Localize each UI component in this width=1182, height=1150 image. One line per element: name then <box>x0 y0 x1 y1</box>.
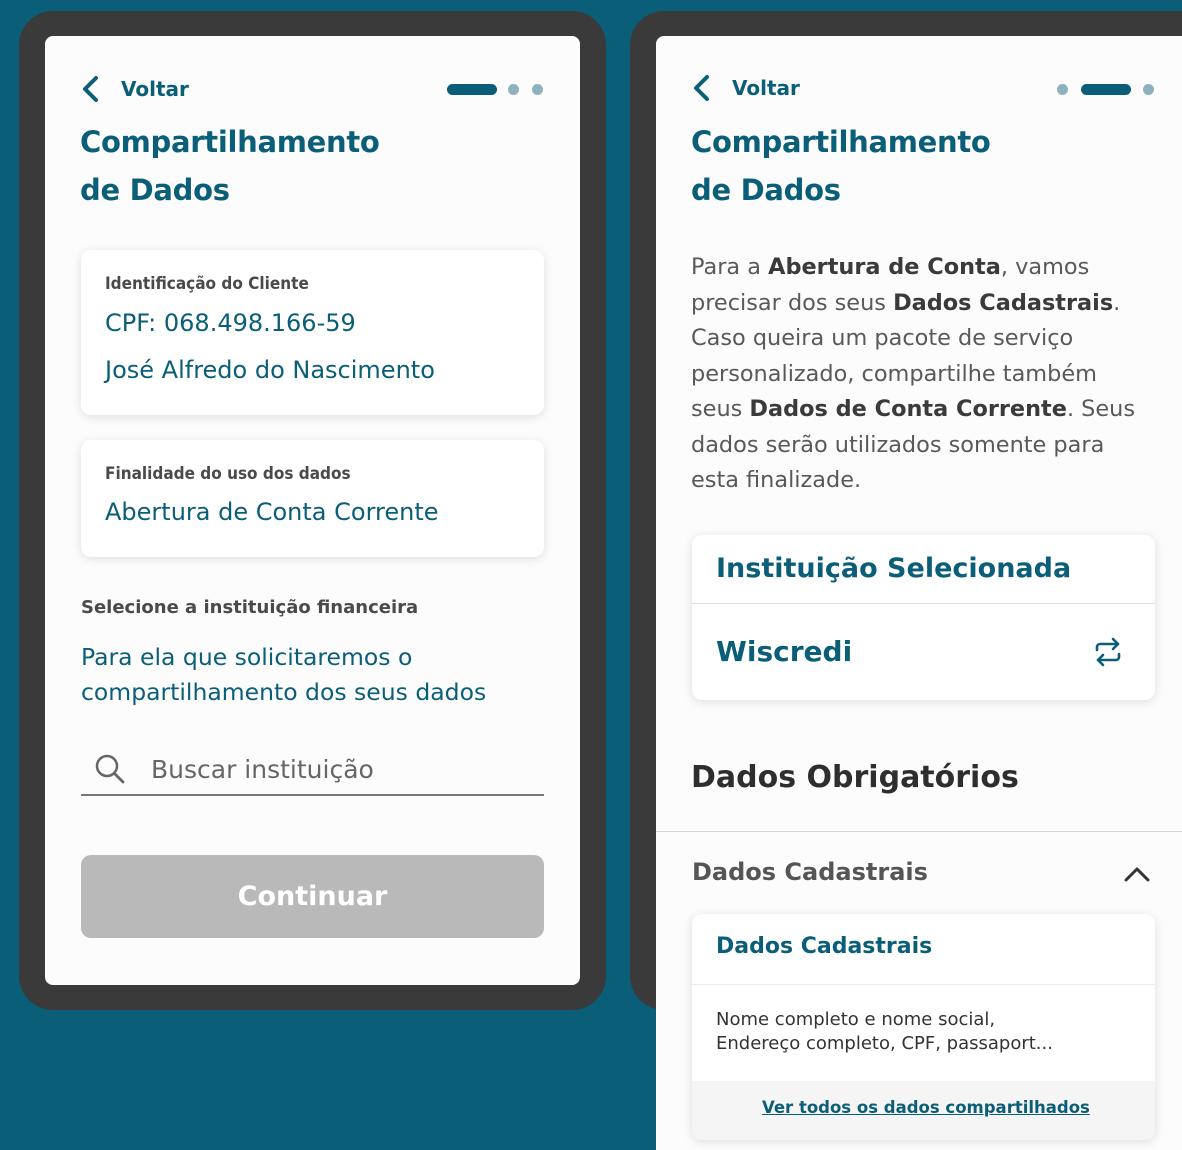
card-divider <box>692 984 1155 985</box>
chevron-up-icon[interactable] <box>1122 864 1152 884</box>
data-purpose-value: Abertura de Conta Corrente <box>105 498 439 526</box>
chevron-left-icon <box>694 75 709 101</box>
accordion-header[interactable]: Dados Cadastrais <box>692 854 1162 894</box>
view-all-shared-data-link[interactable]: Ver todos os dados compartilhados <box>762 1098 1090 1117</box>
screen-left: Voltar Compartilhamento de Dados Identif… <box>45 36 580 985</box>
back-button[interactable]: Voltar <box>79 74 189 104</box>
data-purpose-card: Finalidade do uso dos dados Abertura de … <box>81 440 544 557</box>
search-icon <box>95 754 125 784</box>
accordion-title: Dados Cadastrais <box>692 858 928 886</box>
registration-data-description: Nome completo e nome social, Endereço co… <box>716 1009 1053 1054</box>
back-button[interactable]: Voltar <box>690 73 800 103</box>
registration-data-title: Dados Cadastrais <box>716 934 933 959</box>
page-title: Compartilhamento de Dados <box>691 125 991 207</box>
institution-name: Wiscredi <box>716 635 853 668</box>
section-divider <box>656 831 1182 832</box>
page-title: Compartilhamento de Dados <box>80 125 380 207</box>
screen-right: Voltar Compartilhamento de Dados Para a … <box>656 36 1182 1150</box>
back-label: Voltar <box>121 77 189 101</box>
data-purpose-label: Finalidade do uso dos dados <box>105 464 351 484</box>
required-data-heading: Dados Obrigatórios <box>691 760 1019 795</box>
client-cpf: CPF: 068.498.166-59 <box>105 309 356 337</box>
client-identification-label: Identificação do Cliente <box>105 274 309 294</box>
client-identification-card: Identificação do Cliente CPF: 068.498.16… <box>81 250 544 415</box>
continue-button[interactable]: Continuar <box>81 855 544 938</box>
chevron-left-icon <box>83 76 98 102</box>
swap-icon[interactable] <box>1091 635 1125 669</box>
select-institution-label: Selecione a instituição financeira <box>81 597 419 618</box>
search-underline <box>81 794 544 796</box>
select-institution-description: Para ela que solicitaremos o compartilha… <box>81 643 487 706</box>
client-name: José Alfredo do Nascimento <box>105 356 435 384</box>
selected-institution-title: Instituição Selecionada <box>716 553 1072 584</box>
card-divider <box>692 603 1155 604</box>
intro-text: Para a Abertura de Conta, vamos precisar… <box>691 254 1136 493</box>
registration-data-card: Dados Cadastrais Nome completo e nome so… <box>692 914 1155 1140</box>
selected-institution-card: Instituição Selecionada Wiscredi <box>692 535 1155 700</box>
search-field[interactable] <box>81 742 544 796</box>
search-input[interactable] <box>151 749 511 789</box>
back-label: Voltar <box>732 76 800 100</box>
